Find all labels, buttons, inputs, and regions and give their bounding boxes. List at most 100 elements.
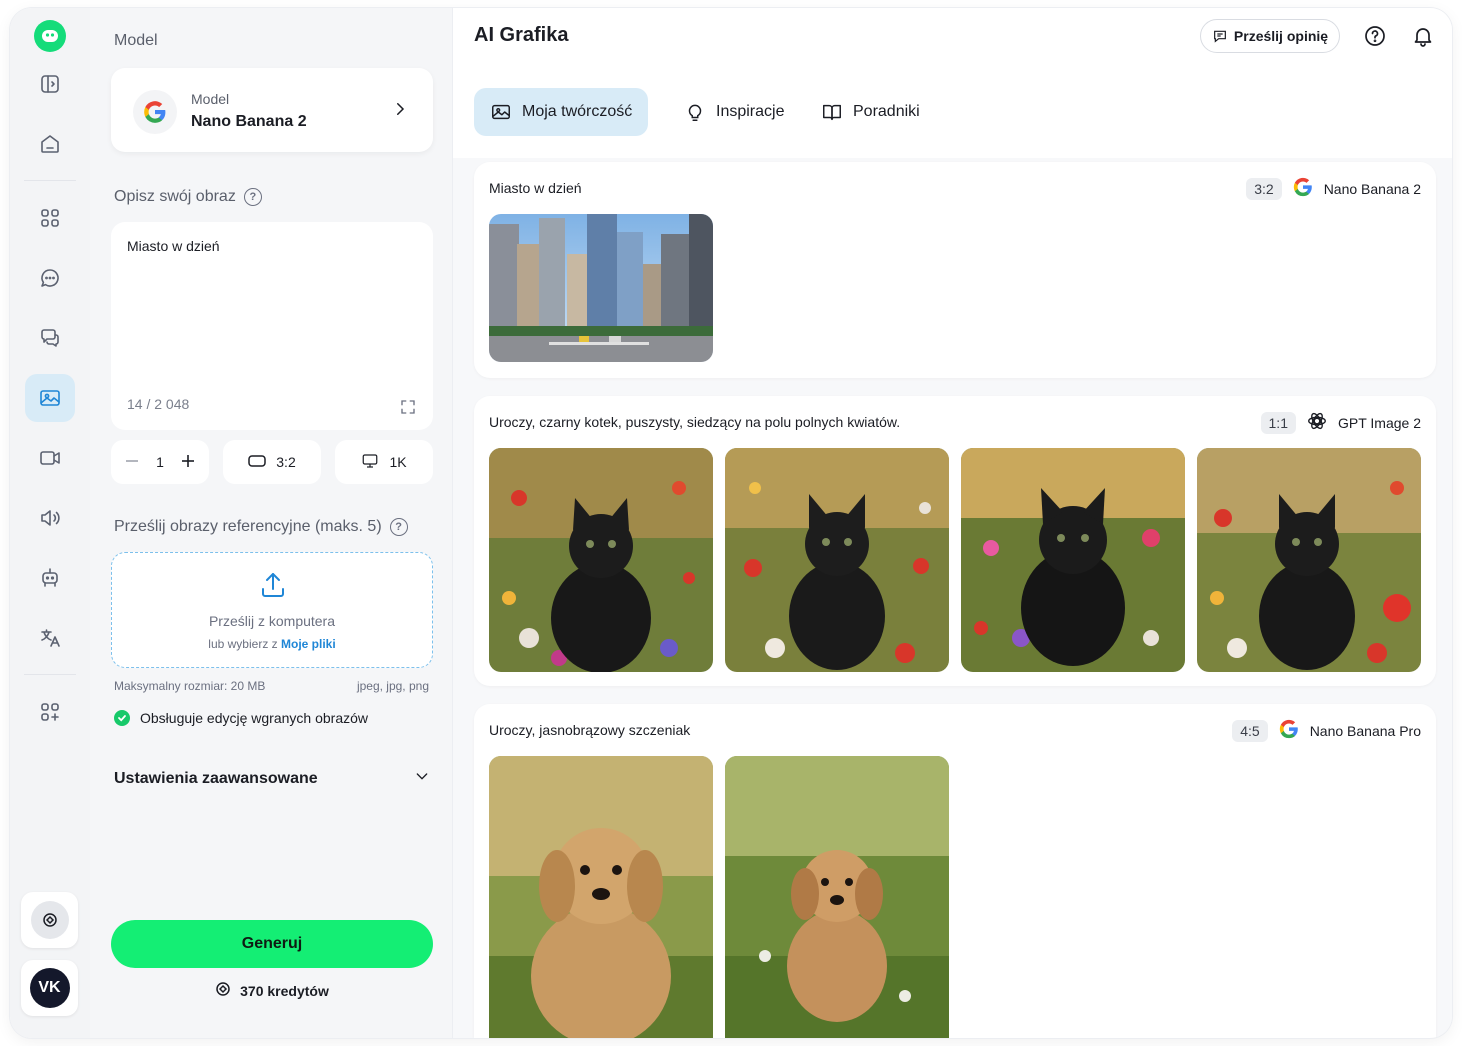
book-icon bbox=[823, 104, 841, 121]
ratio-badge: 3:2 bbox=[1246, 177, 1282, 200]
tab-inspirations[interactable]: Inspiracje bbox=[684, 88, 784, 136]
describe-label-text: Opisz swój obraz bbox=[114, 188, 236, 205]
model-label: Model bbox=[114, 32, 158, 49]
upload-dropzone[interactable]: Prześlij z komputera lub wybierz z Moje … bbox=[111, 552, 433, 668]
advanced-settings-toggle[interactable]: Ustawienia zaawansowane bbox=[114, 768, 430, 789]
model-name: Nano Banana 2 bbox=[191, 113, 307, 130]
credits-icon bbox=[214, 980, 232, 1001]
credits-text: 370 kredytów bbox=[240, 982, 329, 999]
prompt-textarea[interactable]: Miasto w dzień 14 / 2 048 bbox=[111, 222, 433, 430]
max-size-note: Maksymalny rozmiar: 20 MB bbox=[114, 679, 266, 693]
audio-icon[interactable] bbox=[25, 494, 75, 542]
aspect-ratio-button[interactable]: 3:2 bbox=[223, 440, 321, 484]
generator-panel: Model Model Nano Banana 2 Opisz swój obr… bbox=[90, 8, 453, 1038]
ratio-badge: 1:1 bbox=[1260, 411, 1296, 434]
upload-icon bbox=[260, 571, 286, 604]
page-title: AI Grafika bbox=[474, 24, 569, 46]
aspect-ratio-icon bbox=[248, 454, 267, 471]
help-circle-icon[interactable] bbox=[1363, 24, 1387, 48]
check-circle-icon bbox=[114, 710, 130, 726]
generation-group: Uroczy, czarny kotek, puszysty, siedzący… bbox=[474, 396, 1436, 686]
robot-icon[interactable] bbox=[25, 554, 75, 602]
left-rail: VK bbox=[10, 8, 90, 1038]
edit-support-note: Obsługuje edycję wgranych obrazów bbox=[114, 710, 368, 726]
avatar: VK bbox=[29, 968, 70, 1008]
chat-icon[interactable] bbox=[25, 254, 75, 302]
top-bar: AI Grafika Prześlij opinię bbox=[453, 8, 1452, 68]
my-files-link[interactable]: Moje pliki bbox=[281, 637, 336, 651]
openai-logo-icon bbox=[1306, 410, 1328, 435]
app-window: VK Model Model Nano Banana 2 Opisz swój … bbox=[10, 8, 1452, 1038]
credits-balance: 370 kredytów bbox=[90, 980, 453, 1001]
video-icon[interactable] bbox=[25, 434, 75, 482]
google-logo-icon bbox=[133, 90, 177, 134]
chevron-down-icon bbox=[414, 768, 430, 789]
generated-image-kitten[interactable] bbox=[1197, 448, 1421, 672]
ratio-badge: 4:5 bbox=[1232, 719, 1268, 742]
generated-image-puppy[interactable] bbox=[725, 756, 949, 1038]
tab-my-creations[interactable]: Moja twórczość bbox=[474, 88, 649, 136]
group-model-name: Nano Banana 2 bbox=[1323, 180, 1421, 197]
describe-label: Opisz swój obraz ? bbox=[114, 188, 262, 206]
formats-note: jpeg, jpg, png bbox=[356, 679, 429, 693]
group-prompt: Uroczy, jasnobrązowy szczeniak bbox=[489, 722, 691, 738]
logo-icon[interactable] bbox=[34, 20, 66, 52]
main-area: AI Grafika Prześlij opinię Moja twórczoś… bbox=[453, 8, 1452, 1038]
generated-image-kitten[interactable] bbox=[961, 448, 1185, 672]
image-generator-icon[interactable] bbox=[25, 374, 75, 422]
edit-support-text: Obsługuje edycję wgranych obrazów bbox=[140, 710, 369, 726]
home-icon[interactable] bbox=[25, 120, 75, 168]
plus-icon[interactable] bbox=[181, 454, 195, 471]
resolution-button[interactable]: 1K bbox=[335, 440, 433, 484]
group-meta: 4:5 Nano Banana Pro bbox=[1232, 718, 1421, 743]
generated-image-kitten[interactable] bbox=[489, 448, 713, 672]
rail-divider bbox=[24, 180, 76, 181]
rail-divider bbox=[24, 674, 76, 675]
generation-group: Miasto w dzień 3:2 Nano Banana 2 bbox=[474, 162, 1436, 378]
generated-image-city[interactable] bbox=[489, 214, 713, 362]
group-prompt: Uroczy, czarny kotek, puszysty, siedzący… bbox=[489, 414, 901, 430]
translate-icon[interactable] bbox=[25, 614, 75, 662]
help-icon[interactable]: ? bbox=[389, 518, 408, 536]
generated-image-kitten[interactable] bbox=[725, 448, 949, 672]
generated-image-puppy[interactable] bbox=[489, 756, 713, 1038]
notification-bell-icon[interactable] bbox=[1411, 24, 1435, 48]
monitor-icon bbox=[361, 452, 379, 473]
sidebar-toggle-icon[interactable] bbox=[25, 60, 75, 108]
tab-label: Poradniki bbox=[853, 103, 920, 120]
help-icon[interactable]: ? bbox=[243, 188, 262, 206]
model-card-caption: Model bbox=[191, 91, 230, 107]
google-logo-icon bbox=[1278, 718, 1300, 743]
add-apps-icon[interactable] bbox=[25, 688, 75, 736]
feedback-button[interactable]: Prześlij opinię bbox=[1200, 19, 1340, 53]
credits-button[interactable] bbox=[21, 892, 78, 948]
generation-group: Uroczy, jasnobrązowy szczeniak 4:5 Nano … bbox=[474, 704, 1436, 1038]
credits-icon bbox=[30, 901, 69, 939]
group-prompt: Miasto w dzień bbox=[489, 180, 582, 196]
upload-subtitle: lub wybierz z Moje pliki bbox=[112, 637, 432, 651]
apps-grid-icon[interactable] bbox=[25, 194, 75, 242]
image-icon bbox=[492, 104, 510, 120]
upload-subtitle-prefix: lub wybierz z bbox=[208, 637, 281, 651]
prompt-text: Miasto w dzień bbox=[127, 238, 220, 254]
group-model-name: Nano Banana Pro bbox=[1309, 722, 1421, 739]
group-meta: 3:2 Nano Banana 2 bbox=[1246, 176, 1421, 201]
tab-guides[interactable]: Poradniki bbox=[821, 88, 920, 136]
minus-icon[interactable] bbox=[125, 454, 139, 471]
group-meta: 1:1 GPT Image 2 bbox=[1260, 410, 1421, 435]
conversations-icon[interactable] bbox=[25, 314, 75, 362]
resolution-value: 1K bbox=[389, 454, 407, 470]
upload-title: Prześlij z komputera bbox=[208, 613, 336, 629]
generate-button[interactable]: Generuj bbox=[111, 920, 433, 968]
quantity-value: 1 bbox=[156, 454, 164, 470]
group-model-name: GPT Image 2 bbox=[1337, 414, 1421, 431]
tab-label: Inspiracje bbox=[716, 103, 785, 120]
user-menu-button[interactable]: VK bbox=[21, 960, 78, 1016]
feedback-icon bbox=[1213, 30, 1226, 43]
expand-icon[interactable] bbox=[399, 398, 417, 421]
aspect-ratio-value: 3:2 bbox=[276, 454, 296, 470]
char-counter: 14 / 2 048 bbox=[127, 396, 190, 412]
model-selector[interactable]: Model Nano Banana 2 bbox=[111, 68, 433, 152]
upload-label: Prześlij obrazy referencyjne (maks. 5) ? bbox=[114, 518, 408, 536]
feedback-label: Prześlij opinię bbox=[1233, 28, 1329, 44]
